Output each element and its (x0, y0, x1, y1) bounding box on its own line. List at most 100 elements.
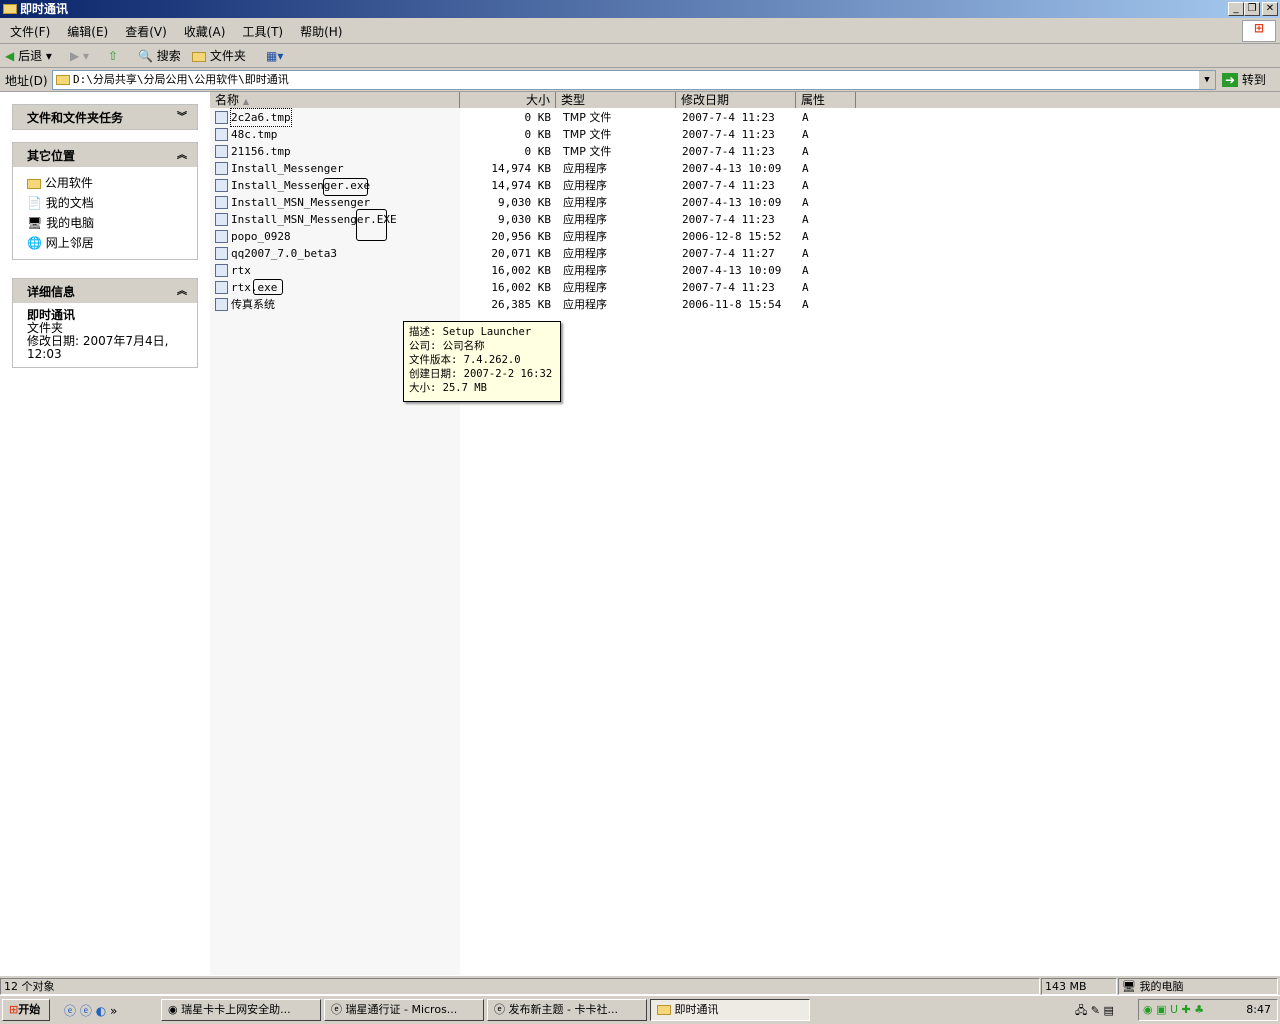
file-row[interactable]: 传真系统 26,385 KB 应用程序 2006-11-8 15:54 A (210, 296, 860, 313)
maximize-button[interactable]: ❐ (1244, 2, 1260, 16)
column-name[interactable]: 名称 ▲ (210, 92, 460, 108)
file-attributes: A (802, 298, 809, 311)
ie-icon[interactable]: ⓔ (64, 1004, 76, 1018)
file-attributes: A (802, 128, 809, 141)
expand-chevron-icon[interactable]: ︾ (177, 108, 187, 123)
back-button[interactable]: ◀ 后退 ▾ (5, 47, 52, 65)
tray-extra-icons[interactable]: 🖧 ✎ ▤ (1075, 1002, 1114, 1021)
annotation-box (356, 209, 387, 241)
outlook-icon[interactable]: ⓔ (80, 1004, 92, 1018)
views-icon: ▦ (266, 49, 278, 63)
place-network[interactable]: 🌐 网上邻居 (27, 233, 183, 253)
file-type: 应用程序 (563, 196, 607, 209)
file-size: 0 KB (524, 128, 552, 141)
menu-view[interactable]: 查看(V) (115, 18, 174, 40)
folders-button[interactable]: 文件夹 (192, 47, 246, 65)
menu-edit[interactable]: 编辑(E) (57, 18, 115, 40)
place-my-documents[interactable]: 📄 我的文档 (27, 193, 183, 213)
details-header[interactable]: 详细信息 ︽ (13, 279, 197, 303)
file-row[interactable]: rtx.exe 16,002 KB 应用程序 2007-7-4 11:23 A (210, 279, 860, 296)
file-modified: 2007-7-4 11:27 (682, 247, 775, 260)
file-attributes: A (802, 264, 809, 277)
window-title: 即时通讯 (20, 2, 69, 16)
file-row[interactable]: 21156.tmp 0 KB TMP 文件 2007-7-4 11:23 A (210, 143, 860, 160)
file-row[interactable]: 2c2a6.tmp 0 KB TMP 文件 2007-7-4 11:23 A (210, 108, 860, 127)
file-modified: 2007-4-13 10:09 (682, 162, 782, 175)
column-type[interactable]: 类型 (556, 92, 676, 108)
file-type: 应用程序 (563, 298, 607, 311)
collapse-chevron-icon[interactable]: ︽ (177, 282, 187, 297)
status-location: 🖥 我的电脑 (1118, 978, 1278, 995)
forward-arrow-icon: ▶ (70, 49, 80, 63)
column-header: 名称 ▲ 大小 类型 修改日期 属性 (210, 92, 1280, 108)
minimize-button[interactable]: _ (1228, 2, 1244, 16)
file-row[interactable]: popo_0928 20,956 KB 应用程序 2006-12-8 15:52… (210, 228, 860, 245)
file-name: qq2007_7.0_beta3 (231, 247, 337, 260)
ie-icon: ⓔ (331, 1003, 342, 1016)
column-attributes[interactable]: 属性 (796, 92, 856, 108)
file-attributes: A (802, 179, 809, 192)
computer-icon: 🖥 (1122, 980, 1136, 993)
menu-tools[interactable]: 工具(T) (232, 18, 290, 40)
application-icon (215, 264, 228, 277)
system-tray: ◉ ▣ U ✚ ♣ 8:47 (1138, 999, 1278, 1021)
file-row[interactable]: Install_Messenger 14,974 KB 应用程序 2007-4-… (210, 160, 860, 177)
file-name: Install_MSN_Messenger (231, 196, 371, 209)
collapse-chevron-icon[interactable]: ︽ (177, 146, 187, 161)
file-type: TMP 文件 (563, 111, 612, 124)
file-type: 应用程序 (563, 281, 607, 294)
address-input[interactable]: D:\分局共享\分局公用\公用软件\即时通讯 ▼ (52, 70, 1216, 90)
application-icon (215, 162, 228, 175)
close-button[interactable]: ✕ (1262, 2, 1278, 16)
taskbar-item-ie-forum[interactable]: ⓔ 发布新主题 - 卡卡社... (487, 999, 647, 1021)
file-attributes: A (802, 281, 809, 294)
file-size: 20,071 KB (491, 247, 551, 260)
taskbar-item-ie-passport[interactable]: ⓔ 瑞星通行证 - Micros... (324, 999, 484, 1021)
file-modified: 2007-7-4 11:23 (682, 213, 775, 226)
file-modified: 2007-7-4 11:23 (682, 128, 775, 141)
file-row[interactable]: Install_MSN_Messenger.EXE 9,030 KB 应用程序 … (210, 211, 860, 228)
up-arrow-icon: ⇧ (108, 49, 119, 63)
forward-button[interactable]: ▶ ▾ (70, 47, 89, 65)
file-type: 应用程序 (563, 213, 607, 226)
clock: 8:47 (1246, 1003, 1271, 1016)
column-size[interactable]: 大小 (460, 92, 556, 108)
file-tooltip: 描述: Setup Launcher 公司: 公司名称 文件版本: 7.4.26… (403, 321, 561, 402)
search-button[interactable]: 🔍 搜索 (138, 47, 181, 65)
file-row[interactable]: 48c.tmp 0 KB TMP 文件 2007-7-4 11:23 A (210, 126, 860, 143)
taskbar-item-rising[interactable]: ◉ 瑞星卡卡上网安全助... (161, 999, 321, 1021)
file-name: 21156.tmp (231, 145, 291, 158)
quick-launch-more[interactable]: » (110, 1004, 117, 1018)
documents-icon: 📄 (27, 196, 42, 210)
go-button[interactable]: ➜ 转到 (1222, 71, 1266, 89)
annotation-box (253, 279, 283, 295)
application-icon (215, 179, 228, 192)
computer-icon: 🖥 (27, 216, 43, 230)
file-row[interactable]: Install_Messenger.exe 14,974 KB 应用程序 200… (210, 177, 860, 194)
place-shared-software[interactable]: 公用软件 (27, 173, 183, 193)
taskbar-item-explorer[interactable]: 即时通讯 (650, 999, 810, 1021)
file-name: 48c.tmp (231, 128, 278, 141)
menu-help[interactable]: 帮助(H) (290, 18, 349, 40)
file-attributes: A (802, 162, 809, 175)
file-modified: 2007-7-4 11:23 (682, 281, 775, 294)
tray-icons[interactable]: ◉ ▣ U ✚ ♣ (1143, 1003, 1204, 1016)
sort-ascending-icon: ▲ (242, 97, 249, 106)
other-places-header[interactable]: 其它位置 ︽ (13, 143, 197, 167)
details-panel: 详细信息 ︽ 即时通讯 文件夹 修改日期: 2007年7月4日, 12:03 (12, 278, 198, 368)
address-dropdown-button[interactable]: ▼ (1199, 71, 1215, 89)
file-row[interactable]: qq2007_7.0_beta3 20,071 KB 应用程序 2007-7-4… (210, 245, 860, 262)
up-folder-button[interactable]: ⇧ (108, 47, 118, 65)
start-button[interactable]: ⊞开始 (2, 999, 50, 1021)
file-tasks-header[interactable]: 文件和文件夹任务 ︾ (13, 105, 197, 129)
file-row[interactable]: Install_MSN_Messenger 9,030 KB 应用程序 2007… (210, 194, 860, 211)
search-icon: 🔍 (138, 49, 153, 63)
menu-favorites[interactable]: 收藏(A) (174, 18, 233, 40)
file-row[interactable]: rtx 16,002 KB 应用程序 2007-4-13 10:09 A (210, 262, 860, 279)
views-button[interactable]: ▦▾ (266, 47, 283, 65)
place-my-computer[interactable]: 🖥 我的电脑 (27, 213, 183, 233)
menu-file[interactable]: 文件(F) (0, 18, 57, 40)
media-player-icon[interactable]: ◐ (96, 1004, 106, 1018)
tmp-file-icon (215, 145, 228, 158)
column-modified[interactable]: 修改日期 (676, 92, 796, 108)
